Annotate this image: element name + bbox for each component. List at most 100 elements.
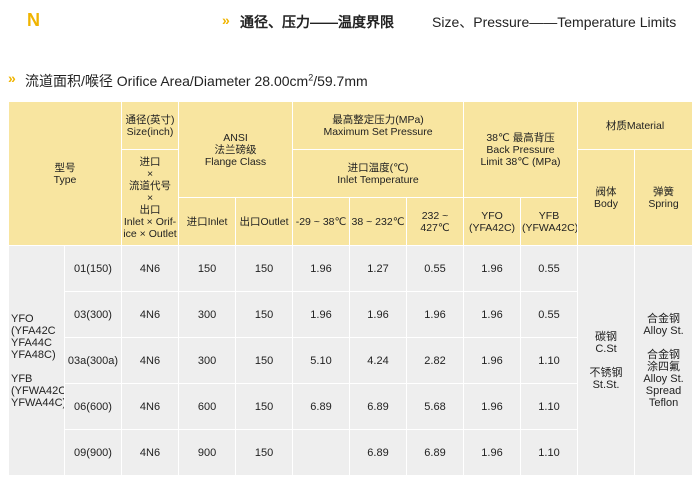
temp-range-2-header: 38 ~ 232℃ [349,197,408,246]
spring-line: Alloy St. [643,372,684,385]
ansi-header-en: ANSI [223,131,248,144]
type-cell: YFO (YFA42C YFA44C YFA48C) YFB (YFWA42C … [8,245,65,476]
yfo-header: YFO (YFA42C) [463,197,522,246]
type-line: YFB [11,372,33,385]
spring-header-en: Spring [648,197,679,210]
body-line [579,355,633,367]
spring-line [636,337,691,349]
top-banner: N » 通径、压力——温度界限 Size、Pressure——Temperatu… [0,0,700,44]
table-row: YFO (YFA42C YFA44C YFA48C) YFB (YFWA42C … [8,245,694,476]
type-line: YFA48C) [11,348,56,361]
ansi-header: ANSI 法兰磅级 Flange Class [178,101,294,198]
pressure-t3-cell: 0.55 [406,245,465,292]
pressure-t2-cell: 1.96 [349,291,408,338]
size-cell: 03(300) [63,291,123,338]
section-title-main: 流道面积/喉径 Orifice Area/Diameter 28.00cm [25,73,309,89]
double-arrow-icon: » [8,70,16,86]
backp-yfb-cell: 1.10 [520,337,579,384]
spring-line: 涂四氟 [647,360,681,373]
inlet-cell: 900 [178,429,237,476]
pressure-t2-cell: 4.24 [349,337,408,384]
pressure-t1-cell: 6.89 [292,383,351,430]
yfb-header: YFB (YFWA42C) [520,197,579,246]
type-line: YFA44C [11,336,52,349]
pressure-t1-cell: 1.96 [292,245,351,292]
body-header: 阀体 Body [577,149,636,246]
backp-yfo-cell: 1.96 [463,291,522,338]
size-cell: 03a(300a) [63,337,123,384]
page-title-cn: 通径、压力——温度界限 [240,14,394,30]
section-title-end: /59.7mm [313,73,368,89]
pressure-t2-cell: 6.89 [349,383,408,430]
size-header: 通径(英寸) Size(inch) [121,101,180,150]
yfb-header-cn: YFB [538,209,560,222]
code-cell: 4N6 [121,383,180,430]
backp-yfo-cell: 1.96 [463,429,522,476]
code-cell: 4N6 [121,245,180,292]
pressure-t3-cell: 1.96 [406,291,465,338]
body-line: 碳钢 [595,330,618,343]
size-code-line: × [146,191,154,204]
spring-line: Spread [645,384,682,397]
pressure-t2-cell: 1.27 [349,245,408,292]
inlet-temperature-cn: 进口温度(℃) [347,161,409,174]
back-pressure-en1: Back Pressure [486,143,555,156]
size-cell: 06(600) [63,383,123,430]
size-code-line: 出口 [139,203,161,216]
back-pressure-cn: 38℃ 最高背压 [486,131,555,144]
inlet-cell: 300 [178,337,237,384]
body-material-cell: 碳钢 C.St 不锈钢 St.St. [577,245,636,476]
backp-yfb-cell: 0.55 [520,245,579,292]
size-code-line: 流道代号 [129,179,172,192]
pressure-t1-cell [292,429,351,476]
backp-yfb-cell: 0.55 [520,291,579,338]
type-line [11,361,63,373]
type-header-en: Type [53,173,77,186]
spring-line: 合金钢 [647,348,681,361]
size-code-header: 进口 × 流道代号 × 出口 Inlet × Orif- ice × Outle… [121,149,180,246]
spring-header-cn: 弹簧 [653,185,675,198]
backp-yfb-cell: 1.10 [520,429,579,476]
spec-table: 型号 Type 通径(英寸) Size(inch) ANSI 法兰磅级 Flan… [7,101,694,476]
size-code-line: × [146,167,154,180]
yfo-header-cn: YFO [481,209,503,222]
temp-range-1-header: -29 ~ 38℃ [292,197,351,246]
type-line: YFO [11,312,34,325]
size-code-line: Inlet × Orif- [123,215,177,228]
body-line: C.St [595,342,617,355]
pressure-t3-cell: 5.68 [406,383,465,430]
pressure-t1-cell: 1.96 [292,291,351,338]
spring-line: 合金钢 [647,312,681,325]
size-header-cn: 通径(英寸) [125,113,175,126]
outlet-cell: 150 [235,383,294,430]
ansi-header-flange: Flange Class [204,155,267,168]
inlet-cell: 600 [178,383,237,430]
page-title-en: Size、Pressure——Temperature Limits [432,14,677,30]
spring-line: Teflon [648,396,679,409]
outlet-cell: 150 [235,291,294,338]
back-pressure-en2: Limit 38℃ (MPa) [480,155,561,168]
type-line: YFWA44C) [11,396,65,409]
back-pressure-header: 38℃ 最高背压 Back Pressure Limit 38℃ (MPa) [463,101,579,198]
pressure-t2-cell: 6.89 [349,429,408,476]
size-code-line: 进口 [139,155,161,168]
code-cell: 4N6 [121,429,180,476]
spring-line: Alloy St. [643,324,684,337]
series-letter: N [27,10,40,30]
material-header: 材质Material [577,101,694,150]
body-header-en: Body [594,197,618,210]
body-header-cn: 阀体 [595,185,617,198]
section-title: 流道面积/喉径 Orifice Area/Diameter 28.00cm2/5… [25,71,368,91]
max-set-pressure-cn: 最高整定压力(MPa) [332,113,424,126]
size-code-line: ice × Outlet [123,227,177,240]
yfo-header-en: (YFA42C) [468,221,516,234]
type-header-cn: 型号 [54,161,76,174]
backp-yfb-cell: 1.10 [520,383,579,430]
spring-material-cell: 合金钢 Alloy St. 合金钢 涂四氟 Alloy St. Spread T… [634,245,694,476]
backp-yfo-cell: 1.96 [463,383,522,430]
backp-yfo-cell: 1.96 [463,337,522,384]
pressure-t3-cell: 2.82 [406,337,465,384]
code-cell: 4N6 [121,291,180,338]
pressure-t1-cell: 5.10 [292,337,351,384]
outlet-cell: 150 [235,337,294,384]
